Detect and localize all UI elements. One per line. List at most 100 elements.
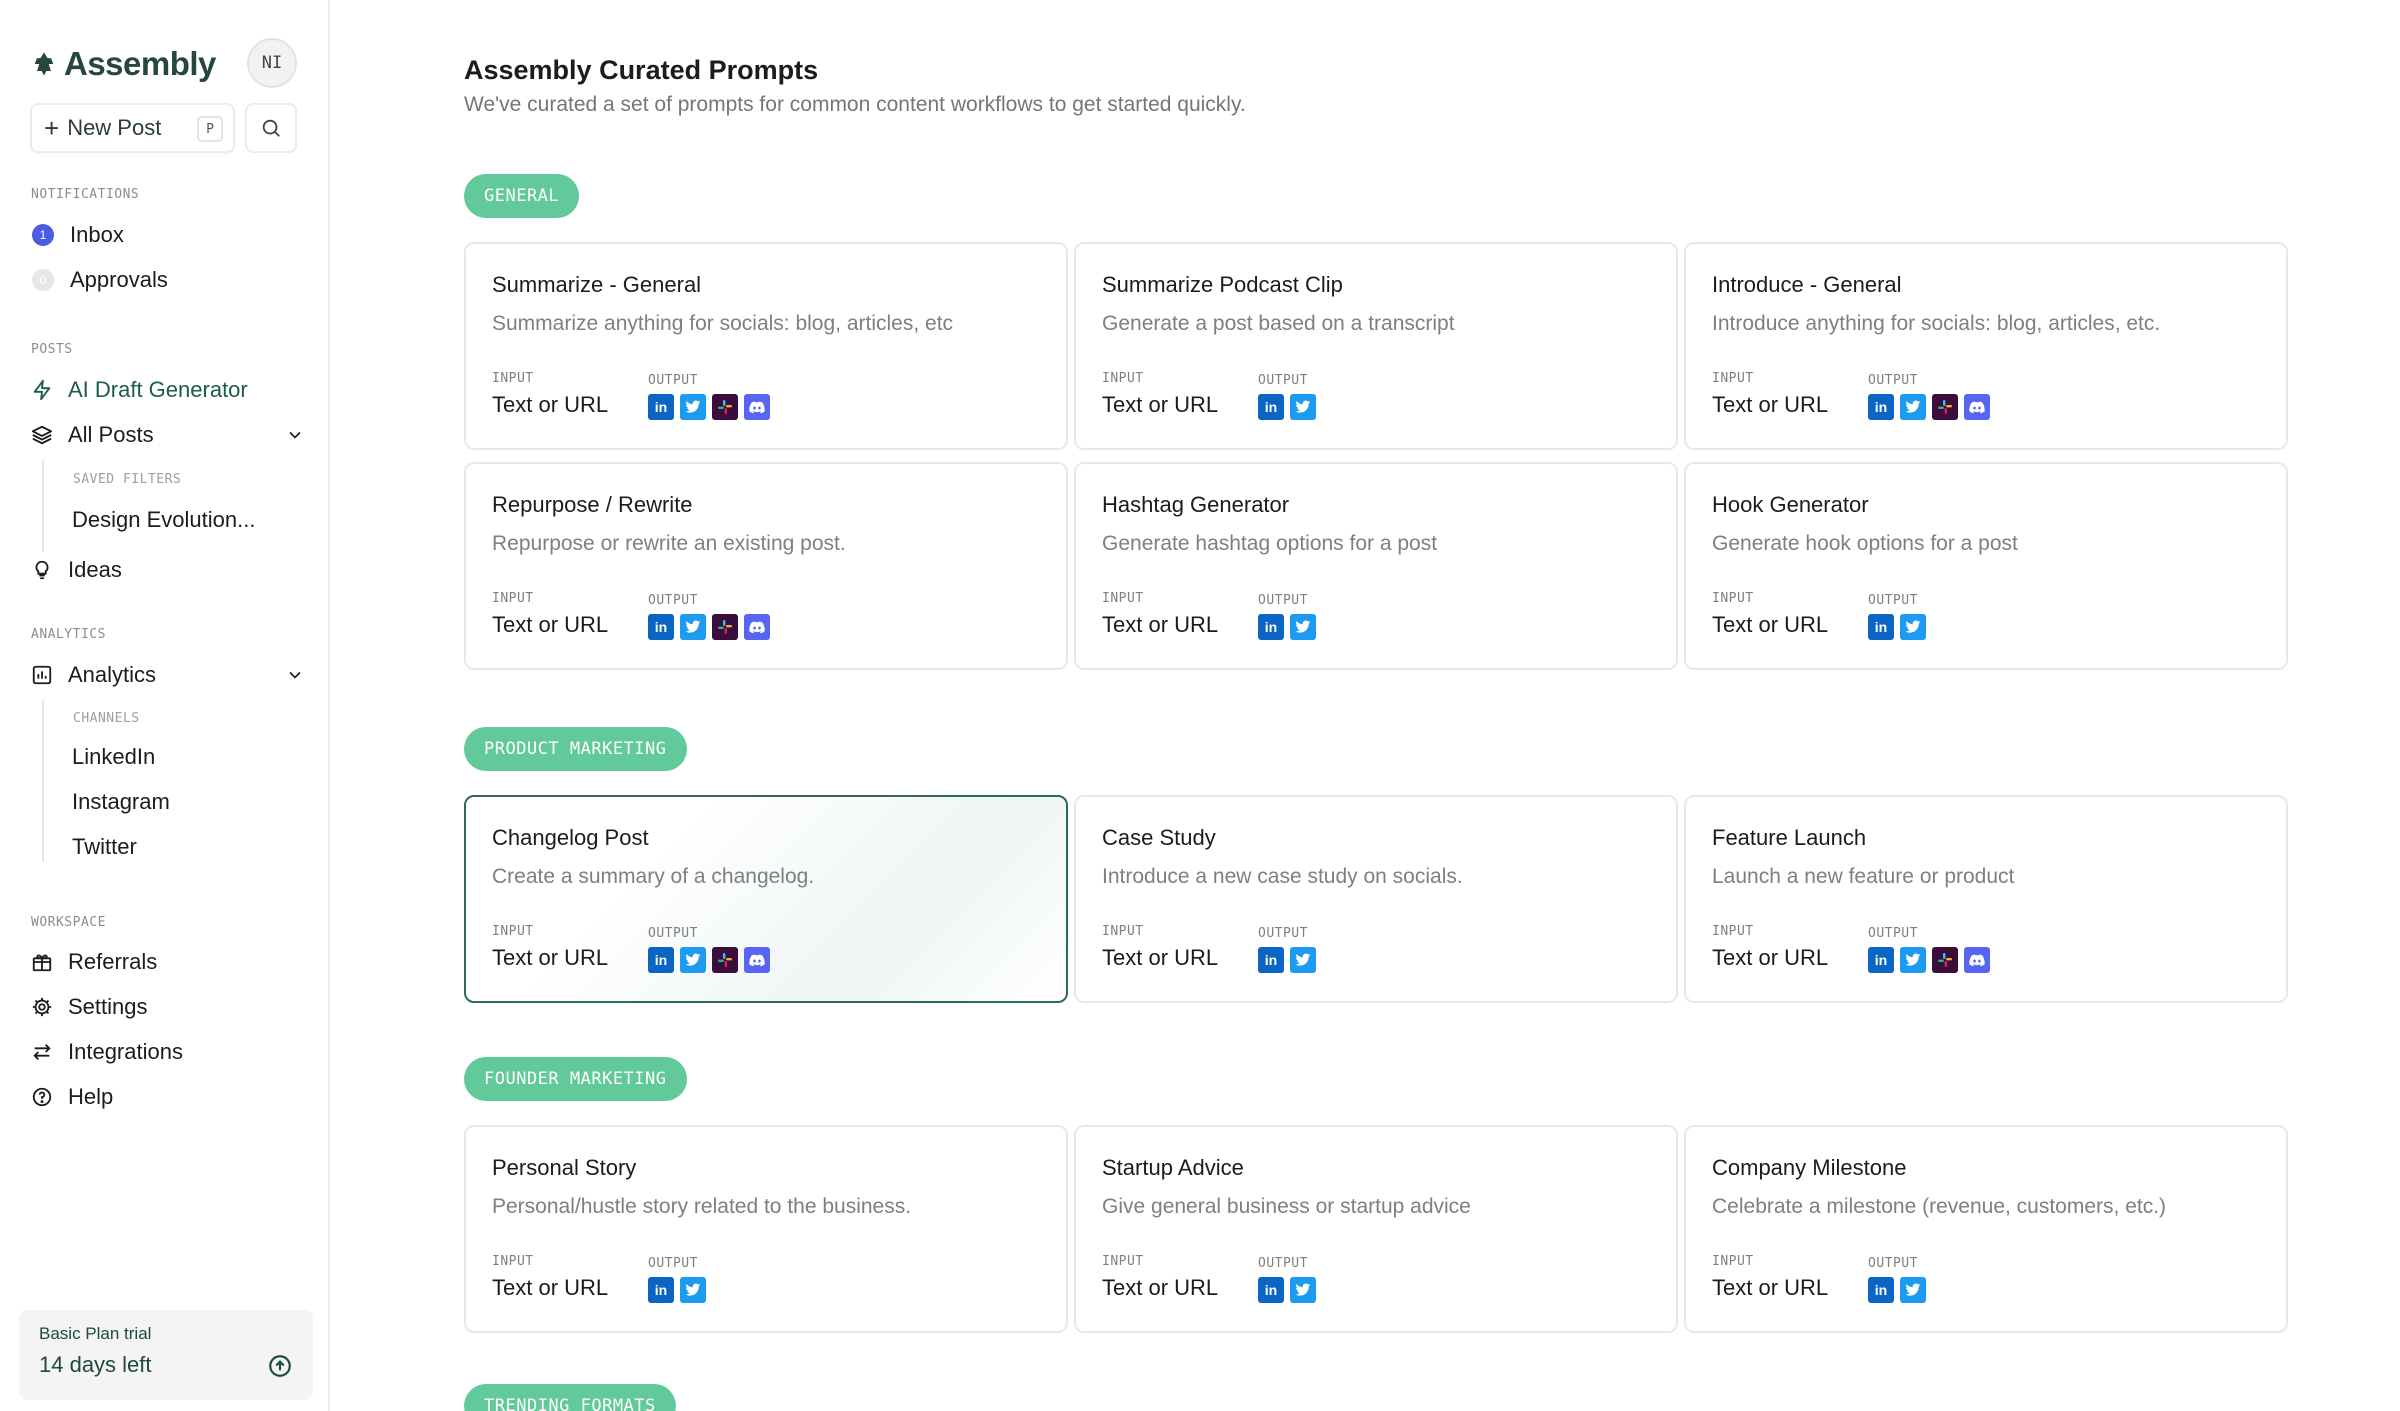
discord-icon (744, 614, 770, 640)
output-label: OUTPUT (648, 1256, 698, 1271)
output-icons: in (1868, 394, 1990, 420)
input-column: INPUT Text or URL (1102, 1254, 1258, 1303)
output-column: OUTPUT in (1258, 591, 1316, 640)
brand-logo[interactable]: Assembly (30, 45, 216, 83)
input-column: INPUT Text or URL (1712, 924, 1868, 973)
chevron-down-icon[interactable] (285, 665, 305, 685)
input-column: INPUT Text or URL (1712, 591, 1868, 640)
output-label: OUTPUT (1258, 593, 1308, 608)
prompt-card[interactable]: Introduce - General Introduce anything fo… (1684, 242, 2288, 450)
card-title: Summarize Podcast Clip (1102, 272, 1343, 297)
output-icons: in (1258, 614, 1316, 640)
prompt-card[interactable]: Feature Launch Launch a new feature or pr… (1684, 795, 2288, 1003)
sidebar-item-ai-draft-generator[interactable]: AI Draft Generator (30, 371, 305, 409)
card-description: Generate a post based on a transcript (1102, 312, 1455, 335)
page-subtitle: We've curated a set of prompts for commo… (464, 93, 1246, 116)
output-icons: in (1258, 394, 1316, 420)
sidebar-item-label: Inbox (70, 222, 124, 247)
sidebar-item-inbox[interactable]: 1 Inbox (30, 216, 305, 254)
linkedin-icon: in (1258, 947, 1284, 973)
prompt-card[interactable]: Company Milestone Celebrate a milestone (… (1684, 1125, 2288, 1333)
input-value: Text or URL (1712, 392, 1829, 417)
channel-item-instagram[interactable]: Instagram (72, 789, 170, 815)
card-description: Launch a new feature or product (1712, 865, 2015, 888)
twitter-icon (1290, 614, 1316, 640)
twitter-icon (680, 394, 706, 420)
sidebar-item-integrations[interactable]: Integrations (30, 1033, 305, 1071)
prompt-card[interactable]: Repurpose / Rewrite Repurpose or rewrite … (464, 462, 1068, 670)
output-label: OUTPUT (1868, 1256, 1918, 1271)
new-post-button[interactable]: + New Post P (30, 103, 235, 153)
sidebar-item-settings[interactable]: Settings (30, 988, 305, 1026)
saved-filter-item[interactable]: Design Evolution... (72, 507, 255, 533)
card-title: Hashtag Generator (1102, 492, 1290, 517)
prompt-card[interactable]: Case Study Introduce a new case study on … (1074, 795, 1678, 1003)
output-column: OUTPUT in (1258, 924, 1316, 973)
output-icons: in (1258, 1277, 1316, 1303)
linkedin-icon: in (1258, 1277, 1284, 1303)
twitter-icon (1900, 394, 1926, 420)
output-icons: in (648, 614, 770, 640)
card-title: Introduce - General (1712, 272, 1902, 297)
prompt-card[interactable]: Hashtag Generator Generate hashtag option… (1074, 462, 1678, 670)
slack-icon (712, 947, 738, 973)
prompt-card[interactable]: Hook Generator Generate hook options for … (1684, 462, 2288, 670)
input-label: INPUT (1712, 591, 1754, 606)
card-description: Personal/hustle story related to the bus… (492, 1195, 912, 1218)
plan-trial-card[interactable]: Basic Plan trial 14 days left (19, 1310, 313, 1400)
channel-item-linkedin[interactable]: LinkedIn (72, 744, 155, 770)
sidebar-item-help[interactable]: Help (30, 1078, 305, 1116)
sidebar-item-approvals[interactable]: 0 Approvals (30, 261, 305, 299)
card-io: INPUT Text or URL OUTPUT in (492, 591, 770, 640)
prompt-card[interactable]: Startup Advice Give general business or s… (1074, 1125, 1678, 1333)
twitter-icon (1900, 1277, 1926, 1303)
output-column: OUTPUT in (648, 1254, 706, 1303)
search-button[interactable] (245, 103, 297, 153)
output-icons: in (1868, 1277, 1926, 1303)
card-description: Generate hashtag options for a post (1102, 532, 1438, 555)
sidebar-item-ideas[interactable]: Ideas (30, 551, 305, 589)
shortcut-key: P (197, 116, 223, 142)
input-value: Text or URL (1102, 612, 1219, 637)
card-description: Summarize anything for socials: blog, ar… (492, 312, 954, 335)
avatar[interactable]: NI (247, 38, 297, 88)
trial-days-left: 14 days left (39, 1352, 152, 1377)
input-column: INPUT Text or URL (492, 924, 648, 973)
prompt-card[interactable]: Personal Story Personal/hustle story rela… (464, 1125, 1068, 1333)
output-column: OUTPUT in (648, 371, 770, 420)
sidebar-item-referrals[interactable]: Referrals (30, 943, 305, 981)
sidebar-item-analytics[interactable]: Analytics (30, 656, 305, 694)
linkedin-icon: in (1868, 614, 1894, 640)
input-label: INPUT (1102, 371, 1144, 386)
discord-icon (1964, 394, 1990, 420)
channel-item-twitter[interactable]: Twitter (72, 834, 137, 860)
sidebar-item-label: Help (68, 1084, 114, 1109)
output-column: OUTPUT in (648, 924, 770, 973)
brand-name: Assembly (64, 45, 216, 82)
approvals-count-badge: 0 (32, 269, 54, 291)
card-description: Introduce a new case study on socials. (1102, 865, 1463, 888)
sidebar-item-label: Ideas (68, 557, 122, 582)
card-io: INPUT Text or URL OUTPUT in (1712, 1254, 1926, 1303)
card-title: Feature Launch (1712, 825, 1867, 850)
sidebar-item-all-posts[interactable]: All Posts (30, 416, 305, 454)
linkedin-icon: in (1868, 947, 1894, 973)
prompt-card[interactable]: Summarize Podcast Clip Generate a post ba… (1074, 242, 1678, 450)
linkedin-icon: in (1868, 394, 1894, 420)
output-icons: in (648, 394, 770, 420)
twitter-icon (680, 1277, 706, 1303)
input-value: Text or URL (1712, 1275, 1829, 1300)
prompt-card[interactable]: Summarize - General Summarize anything fo… (464, 242, 1068, 450)
prompt-card[interactable]: Changelog Post Create a summary of a chan… (464, 795, 1068, 1003)
card-description: Generate hook options for a post (1712, 532, 2018, 555)
inbox-count-badge: 1 (32, 224, 54, 246)
output-icons: in (1258, 947, 1316, 973)
chevron-down-icon[interactable] (285, 425, 305, 445)
gear-icon (30, 995, 54, 1019)
analytics-section-label: ANALYTICS (31, 627, 106, 642)
arrows-exchange-icon (30, 1040, 54, 1064)
input-column: INPUT Text or URL (1712, 1254, 1868, 1303)
upgrade-arrow-icon[interactable] (267, 1353, 293, 1379)
card-description: Introduce anything for socials: blog, ar… (1712, 312, 2161, 335)
twitter-icon (1290, 394, 1316, 420)
